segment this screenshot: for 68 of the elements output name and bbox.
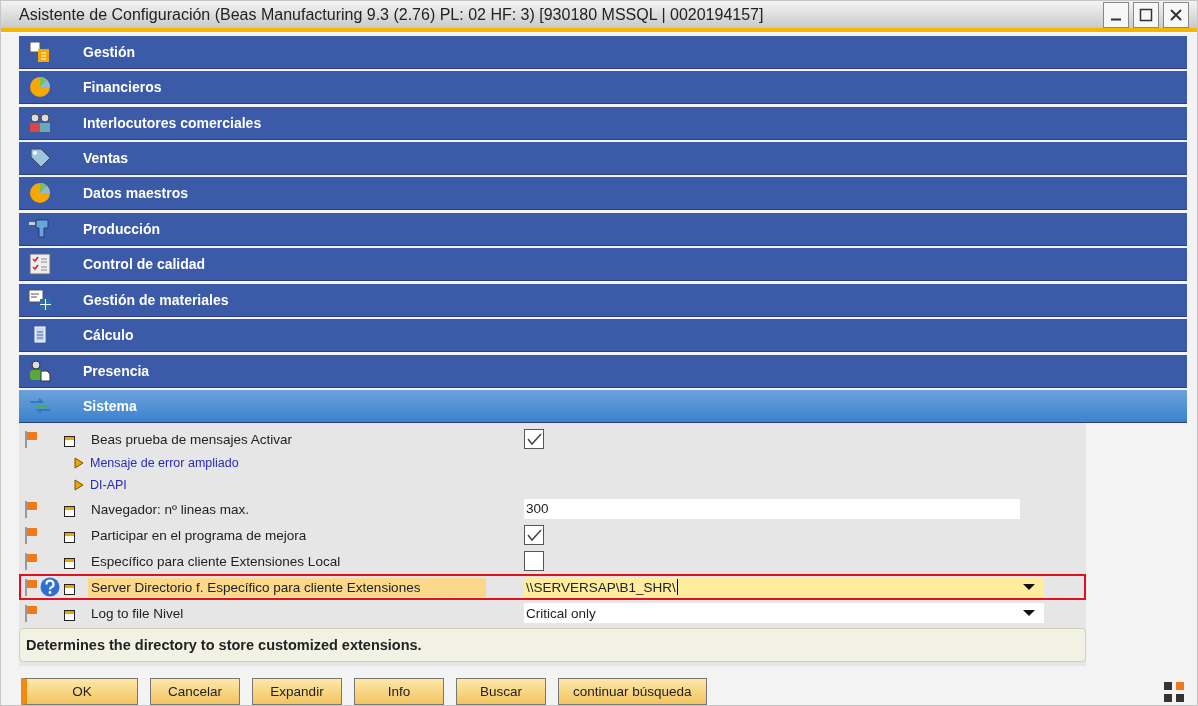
setting-row[interactable]: Log to file Nivel Critical only (19, 600, 1086, 626)
person-icon (27, 358, 53, 383)
checkbox[interactable] (524, 551, 544, 571)
flag-icon (24, 552, 38, 570)
setting-row[interactable]: Navegador: nº lineas max. 300 (19, 496, 1086, 522)
setting-row[interactable]: Participar en el programa de mejora (19, 522, 1086, 548)
section-header[interactable]: Control de calidad (19, 248, 1187, 282)
section-header[interactable]: Gestión de materiales (19, 283, 1187, 317)
setting-row[interactable]: Beas prueba de mensajes Activar (19, 426, 1086, 452)
section-header[interactable]: Producción (19, 212, 1187, 246)
flag-icon (24, 430, 38, 448)
setting-label: Beas prueba de mensajes Activar (90, 430, 294, 449)
expand-triangle-icon[interactable] (74, 479, 84, 491)
maximize-icon (1139, 7, 1153, 22)
flag-icon (24, 578, 38, 596)
close-button[interactable] (1163, 1, 1189, 28)
help-text: Determines the directory to store customized extensions. (19, 628, 1086, 662)
checkbox[interactable] (524, 429, 544, 449)
checklist-icon (27, 252, 53, 277)
field-marker-icon (64, 505, 75, 517)
field-marker-icon (64, 583, 75, 595)
combo-field[interactable]: \\SERVERSAP\B1_SHR\ (524, 577, 1044, 597)
setting-row[interactable]: Server Directorio f. Específico para cliente Extensiones \\SERVERSAP\B1_SHR\ (19, 574, 1086, 600)
maximize-button[interactable] (1133, 1, 1159, 28)
action-button[interactable]: Expandir (252, 678, 342, 705)
setting-label: Participar en el programa de mejora (90, 526, 308, 545)
section-header[interactable]: Ventas (19, 141, 1187, 175)
field-marker-icon (64, 557, 75, 569)
field-marker-icon (64, 609, 75, 621)
dropdown-arrow-icon[interactable] (1022, 583, 1036, 591)
section-header[interactable]: Datos maestros (19, 177, 1187, 211)
people-icon (27, 110, 53, 135)
section-header[interactable]: Financieros (19, 71, 1187, 105)
window-title: Asistente de Configuración (Beas Manufacturing 9.3 (2.76) PL: 02 HF: 3) [930180 MSSQL | 0020194157] (19, 5, 765, 24)
close-icon (1169, 7, 1183, 22)
section-header[interactable]: Presencia (19, 354, 1187, 388)
group-link[interactable]: DI-API (90, 478, 127, 492)
field-marker-icon (64, 435, 75, 447)
grid-icon (27, 287, 53, 312)
section-header[interactable]: Cálculo (19, 319, 1187, 353)
dropdown-arrow-icon[interactable] (1022, 609, 1036, 617)
flag-icon (24, 604, 38, 622)
action-button[interactable]: OK (21, 678, 138, 705)
section-header[interactable]: Gestión (19, 35, 1187, 69)
pie-chart-icon (27, 75, 53, 100)
expand-triangle-icon[interactable] (74, 457, 84, 469)
group-link[interactable]: Mensaje de error ampliado (90, 456, 239, 470)
setting-label: Navegador: nº lineas max. (90, 500, 250, 519)
setting-label: Log to file Nivel (90, 604, 185, 623)
pie-chart-icon (27, 181, 53, 206)
help-icon[interactable] (40, 577, 60, 597)
action-button[interactable]: Cancelar (150, 678, 240, 705)
setting-label: Server Directorio f. Específico para cliente Extensiones (88, 577, 486, 597)
flag-icon (24, 526, 38, 544)
setting-label: Específico para cliente Extensiones Local (90, 552, 342, 571)
action-button[interactable]: continuar búsqueda (558, 678, 707, 705)
logo-icon (1163, 680, 1185, 703)
field-marker-icon (64, 531, 75, 543)
setting-row[interactable]: Específico para cliente Extensiones Local (19, 548, 1086, 574)
action-button[interactable]: Info (354, 678, 444, 705)
checkbox[interactable] (524, 525, 544, 545)
minimize-icon (1110, 18, 1122, 22)
section-header[interactable]: Interlocutores comerciales (19, 106, 1187, 140)
text-field[interactable]: 300 (524, 499, 1020, 519)
action-button[interactable]: Buscar (456, 678, 546, 705)
flag-icon (24, 500, 38, 518)
tag-icon (27, 145, 53, 170)
combo-field[interactable]: Critical only (524, 603, 1044, 623)
